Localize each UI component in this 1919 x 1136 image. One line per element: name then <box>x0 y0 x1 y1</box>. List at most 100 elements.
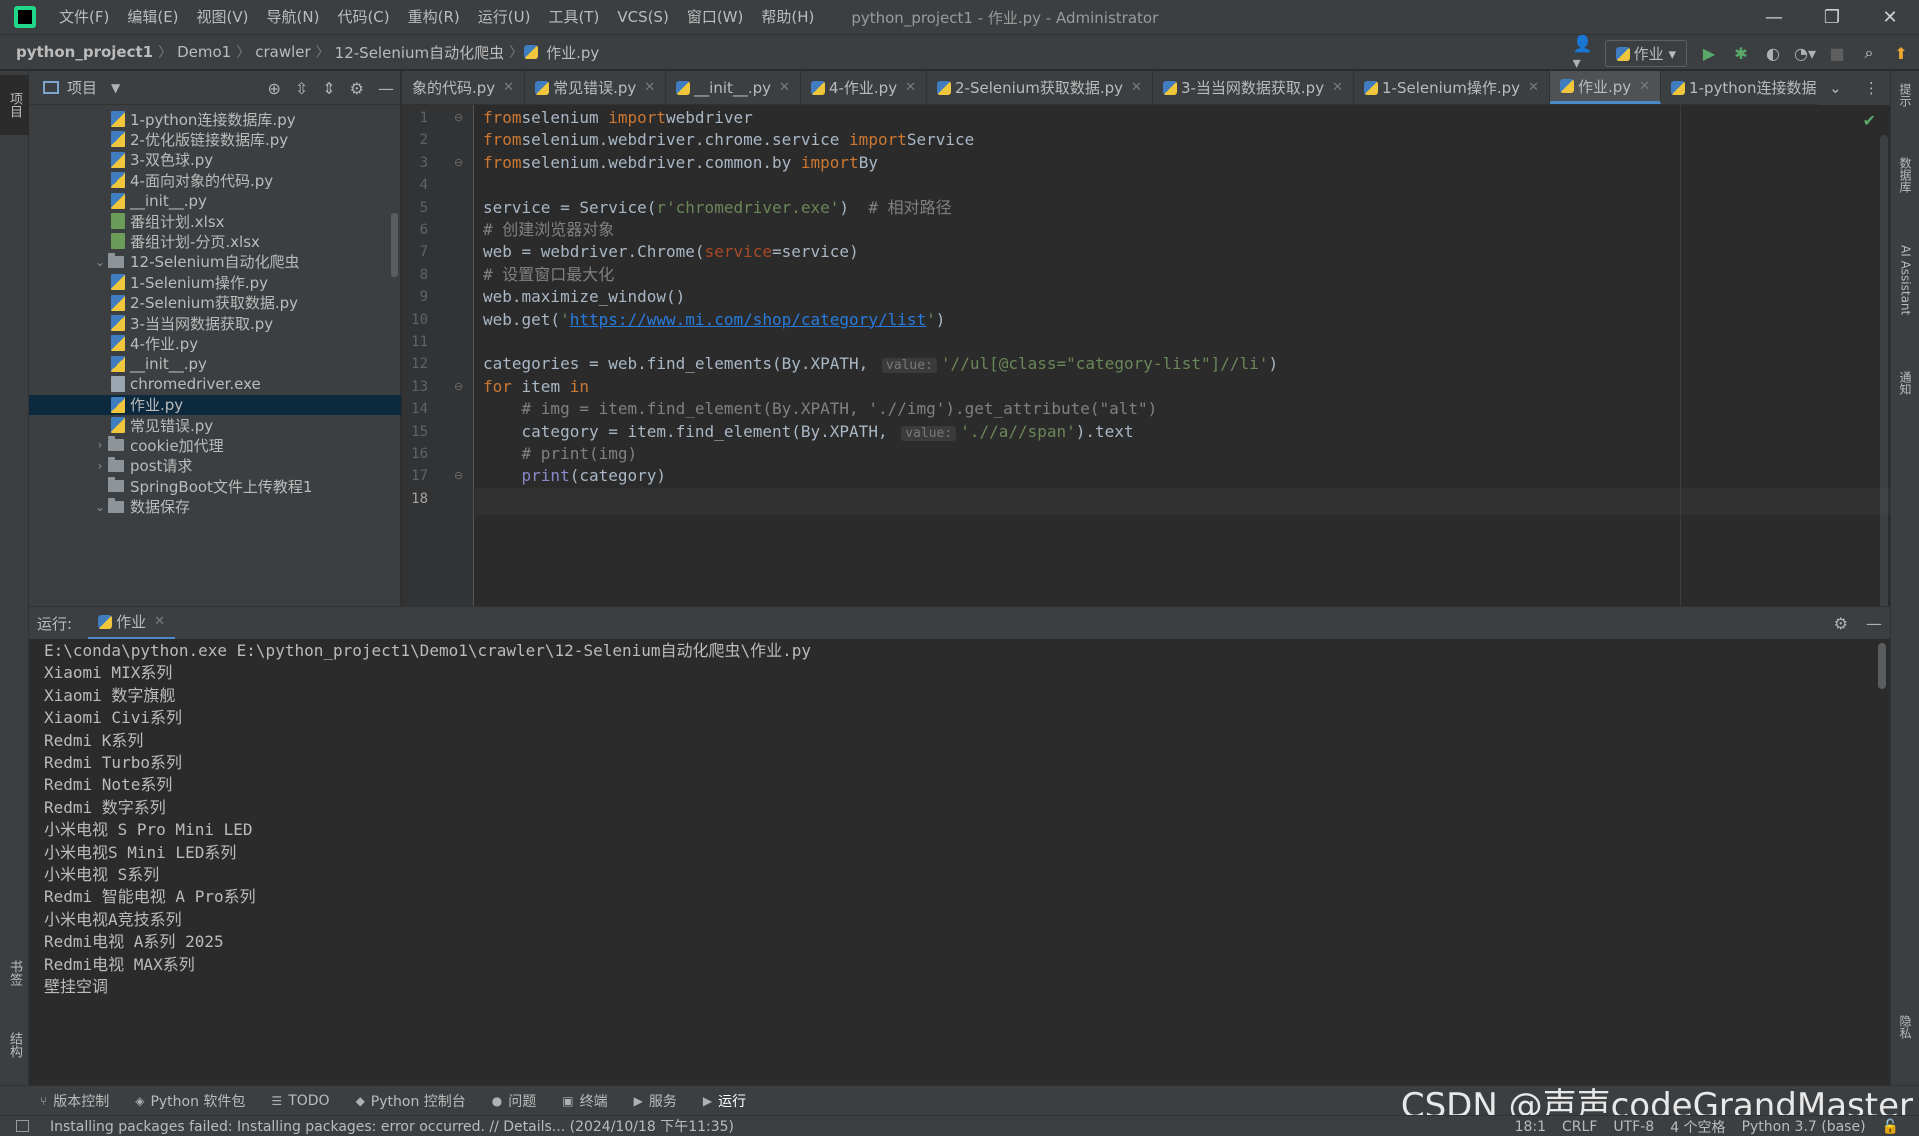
fold-marker-icon[interactable]: ⊖ <box>454 156 463 169</box>
gear-icon[interactable]: ⚙ <box>1834 614 1848 633</box>
editor-tab[interactable]: 作业.py ✕ <box>1549 71 1662 104</box>
tree-item[interactable]: 1-python连接数据库.py <box>29 109 401 129</box>
locate-icon[interactable]: ⊕ <box>267 79 280 98</box>
close-icon[interactable]: ✕ <box>154 614 165 629</box>
minimize-icon[interactable]: — <box>1745 0 1803 34</box>
tree-item[interactable]: › post请求 <box>29 456 401 476</box>
project-tree-scrollbar[interactable] <box>391 213 398 277</box>
debug-icon[interactable]: ✱ <box>1731 43 1751 63</box>
code-editor[interactable]: 1 2 3 4 5 6 7 8 9 10 11 12 13 14 15 16 17 18 ⊖ ⊖ ⊖ ⊖ fromsele… <box>402 105 1890 606</box>
search-icon[interactable]: ⌕ <box>1859 43 1879 63</box>
editor-tab[interactable]: 1-python连接数据 <box>1661 71 1828 104</box>
stripe-ai-assistant-tab[interactable]: AI Assistant <box>1891 241 1919 361</box>
hide-icon[interactable]: — <box>1866 614 1882 633</box>
breadcrumb-item[interactable]: 12-Selenium自动化爬虫 <box>331 42 508 63</box>
stripe-structure-tab[interactable]: 结构 <box>0 1015 29 1075</box>
user-icon[interactable]: 👤▾ <box>1573 34 1593 72</box>
tree-item[interactable]: 4-作业.py <box>29 333 401 353</box>
tree-item[interactable]: __init__.py <box>29 354 401 374</box>
tree-item[interactable]: chromedriver.exe <box>29 374 401 394</box>
python-interpreter[interactable]: Python 3.7 (base) <box>1742 1119 1866 1135</box>
tree-item[interactable]: SpringBoot文件上传教程1 <box>29 476 401 496</box>
more-icon[interactable]: ⋮ <box>1864 79 1879 97</box>
tree-item[interactable]: 3-双色球.py <box>29 150 401 170</box>
editor-tab[interactable]: 1-Selenium操作.py ✕ <box>1354 71 1550 104</box>
gear-icon[interactable]: ⚙ <box>350 79 364 98</box>
chevron-down-icon[interactable]: ⌄ <box>1829 79 1842 97</box>
tree-item[interactable]: 2-优化版链接数据库.py <box>29 129 401 149</box>
toggle-tool-windows-icon[interactable] <box>16 1120 29 1132</box>
chevron-right-icon[interactable]: › <box>92 459 108 473</box>
line-separator[interactable]: CRLF <box>1562 1119 1597 1135</box>
editor-scrollbar[interactable] <box>1880 135 1888 606</box>
indent-setting[interactable]: 4 个空格 <box>1670 1117 1725 1136</box>
bottom-tool-tab[interactable]: ⑂ 版本控制 <box>40 1091 109 1111</box>
stop-icon[interactable]: ■ <box>1827 43 1847 63</box>
file-encoding[interactable]: UTF-8 <box>1613 1119 1654 1135</box>
close-icon[interactable]: ✕ <box>779 80 790 95</box>
close-icon[interactable]: ✕ <box>1131 80 1142 95</box>
tree-item[interactable]: 2-Selenium获取数据.py <box>29 293 401 313</box>
run-tab[interactable]: 作业 ✕ <box>88 607 175 640</box>
fold-marker-icon[interactable]: ⊖ <box>454 469 463 482</box>
menu-item[interactable]: 文件(F) <box>50 0 118 34</box>
menu-item[interactable]: 重构(R) <box>399 0 469 34</box>
close-icon[interactable]: ✕ <box>1639 79 1650 94</box>
run-console[interactable]: E:\conda\python.exe E:\python_project1\D… <box>29 639 1890 1085</box>
expand-all-icon[interactable]: ⇳ <box>295 79 308 98</box>
editor-tab[interactable]: 常见错误.py ✕ <box>525 71 667 104</box>
menu-item[interactable]: 视图(V) <box>188 0 258 34</box>
project-panel-title[interactable]: 项目 <box>67 77 97 98</box>
stripe-hints-tab[interactable]: 提示 <box>1891 79 1919 139</box>
console-scrollbar[interactable] <box>1878 643 1886 689</box>
collapse-all-icon[interactable]: ⇕ <box>322 79 335 98</box>
editor-tab[interactable]: 3-当当网数据获取.py ✕ <box>1153 71 1354 104</box>
menu-item[interactable]: 代码(C) <box>328 0 398 34</box>
fold-marker-icon[interactable]: ⊖ <box>454 380 463 393</box>
run-icon[interactable]: ▶ <box>1699 43 1719 63</box>
stripe-notifications-tab[interactable]: 通知 <box>1891 367 1919 427</box>
caret-position[interactable]: 18:1 <box>1515 1119 1546 1135</box>
tree-item[interactable]: 1-Selenium操作.py <box>29 272 401 292</box>
coverage-icon[interactable]: ◐ <box>1763 43 1783 63</box>
hide-icon[interactable]: — <box>378 79 394 98</box>
breadcrumb-item[interactable]: python_project1 <box>12 43 157 61</box>
bottom-tool-tab[interactable]: ▶ 运行 <box>703 1091 746 1111</box>
tree-item[interactable]: 番组计划.xlsx <box>29 211 401 231</box>
fold-marker-icon[interactable]: ⊖ <box>454 111 463 124</box>
chevron-down-icon[interactable]: ⌄ <box>92 255 108 269</box>
breadcrumb-item[interactable]: crawler <box>251 43 314 61</box>
tree-item[interactable]: 常见错误.py <box>29 415 401 435</box>
menu-item[interactable]: VCS(S) <box>608 0 677 34</box>
close-icon[interactable]: ✕ <box>1861 0 1919 34</box>
chevron-right-icon[interactable]: › <box>92 438 108 452</box>
editor-tab[interactable]: __init__.py ✕ <box>666 71 801 104</box>
restore-icon[interactable]: ❐ <box>1803 0 1861 34</box>
tree-item[interactable]: › cookie加代理 <box>29 435 401 455</box>
close-icon[interactable]: ✕ <box>1528 80 1539 95</box>
bottom-tool-tab[interactable]: ◆ Python 控制台 <box>356 1091 466 1111</box>
close-icon[interactable]: ✕ <box>905 80 916 95</box>
tree-item[interactable]: __init__.py <box>29 191 401 211</box>
menu-item[interactable]: 工具(T) <box>539 0 608 34</box>
tree-item[interactable]: 作业.py <box>29 394 401 415</box>
close-icon[interactable]: ✕ <box>644 80 655 95</box>
chevron-down-icon[interactable]: ⌄ <box>92 500 108 514</box>
chevron-down-icon[interactable]: ▼ <box>111 81 120 95</box>
close-icon[interactable]: ✕ <box>1332 80 1343 95</box>
bottom-tool-tab[interactable]: ▣ 终端 <box>562 1091 607 1111</box>
stripe-privacy-tab[interactable]: 隐私 <box>1891 1011 1919 1081</box>
bottom-tool-tab[interactable]: ▶ 服务 <box>634 1091 677 1111</box>
bottom-tool-tab[interactable]: ☰ TODO <box>271 1093 329 1109</box>
stripe-project-tab[interactable]: 项目 <box>0 75 29 135</box>
menu-item[interactable]: 导航(N) <box>258 0 329 34</box>
profile-icon[interactable]: ◔▾ <box>1794 43 1816 63</box>
lock-icon[interactable]: 🔓 <box>1882 1119 1899 1135</box>
update-icon[interactable]: ⬆ <box>1891 43 1911 63</box>
stripe-database-tab[interactable]: 数据库 <box>1891 153 1919 253</box>
tree-item[interactable]: ⌄ 12-Selenium自动化爬虫 <box>29 252 401 272</box>
status-message[interactable]: Installing packages failed: Installing p… <box>50 1116 734 1136</box>
bottom-tool-tab[interactable]: ● 问题 <box>492 1091 536 1111</box>
menu-item[interactable]: 运行(U) <box>469 0 540 34</box>
editor-tab[interactable]: 象的代码.py ✕ <box>402 71 526 104</box>
